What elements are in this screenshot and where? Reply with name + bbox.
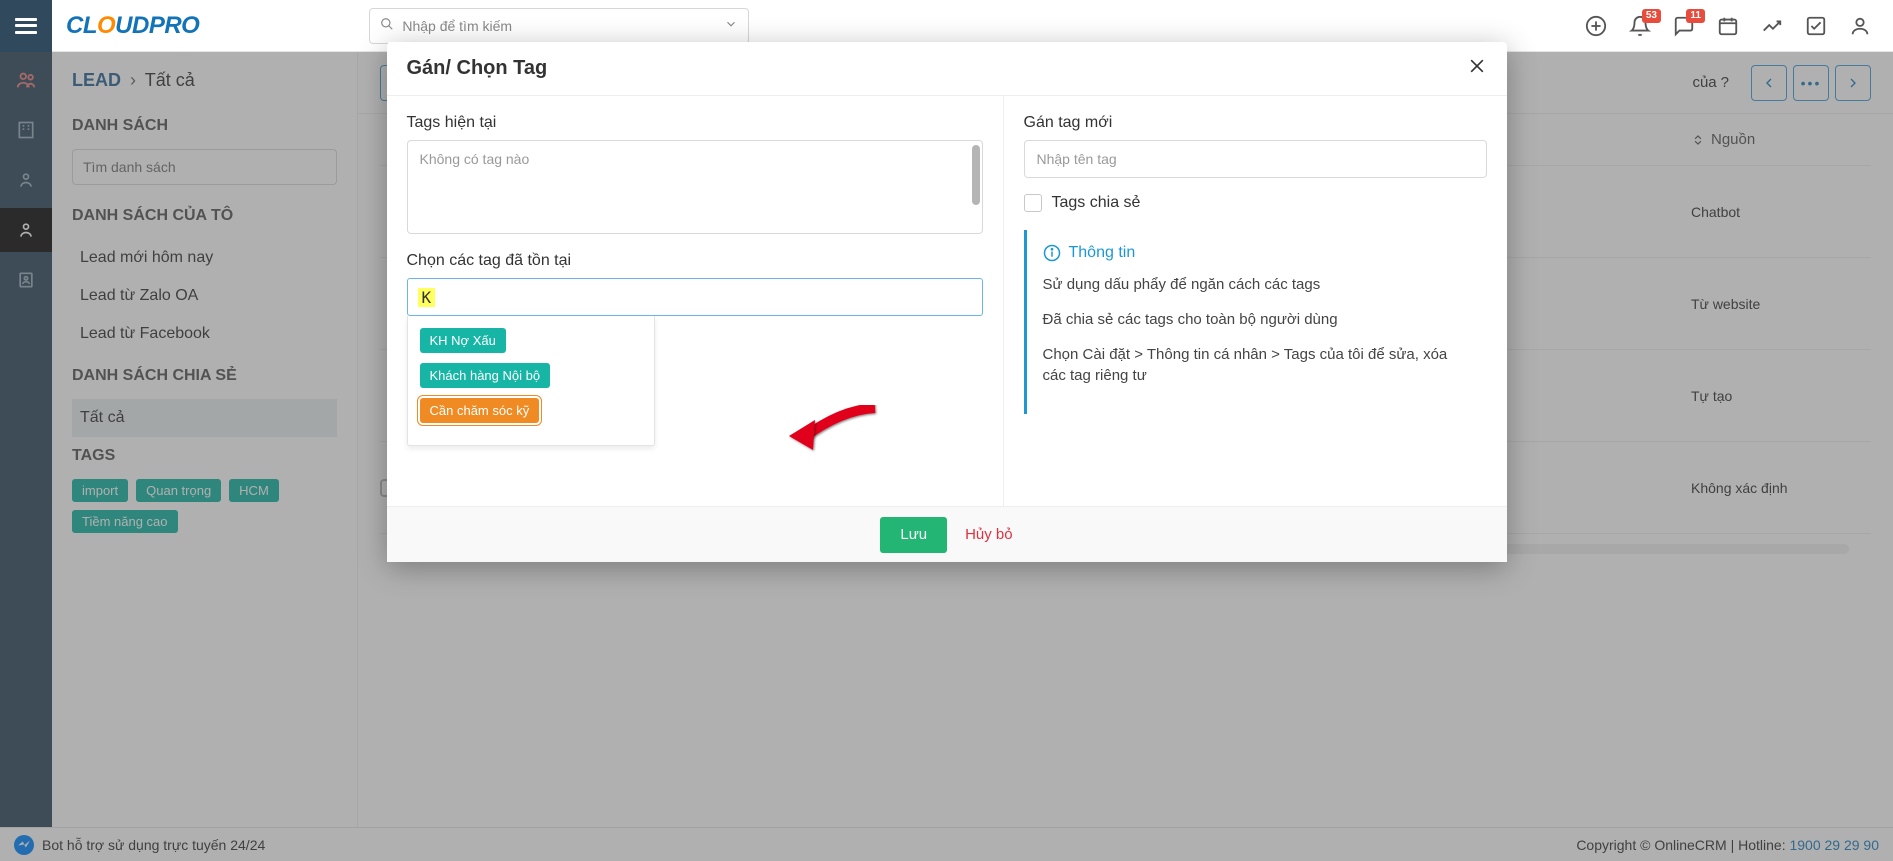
arrow-annotation — [785, 400, 885, 460]
logo-text: CLOUDPRO — [66, 12, 199, 40]
new-tag-input[interactable]: Nhập tên tag — [1024, 140, 1487, 178]
info-line: Sử dụng dấu phẩy để ngăn cách các tags — [1043, 274, 1471, 295]
tag-search-input[interactable]: K — [407, 278, 983, 316]
modal-left-column: Tags hiện tại Không có tag nào Chọn các … — [387, 96, 1003, 506]
chevron-down-icon — [724, 17, 738, 34]
menu-toggle-button[interactable] — [0, 0, 52, 52]
info-line: Chọn Cài đặt > Thông tin cá nhân > Tags … — [1043, 344, 1471, 386]
add-button[interactable] — [1585, 15, 1607, 37]
dropdown-item[interactable]: Khách hàng Nội bộ — [420, 363, 551, 388]
tasks-button[interactable] — [1805, 15, 1827, 37]
scrollbar-thumb[interactable] — [972, 145, 980, 205]
modal-footer: Lưu Hủy bỏ — [387, 506, 1507, 562]
notification-bell[interactable]: 53 — [1629, 15, 1651, 37]
current-tags-box[interactable]: Không có tag nào — [407, 140, 983, 234]
info-line: Đã chia sẻ các tags cho toàn bộ người dù… — [1043, 309, 1471, 330]
save-button[interactable]: Lưu — [880, 517, 947, 553]
reports-button[interactable] — [1761, 15, 1783, 37]
share-tags-checkbox[interactable] — [1024, 194, 1042, 212]
info-card: Thông tin Sử dụng dấu phẩy để ngăn cách … — [1024, 230, 1487, 414]
global-search[interactable]: Nhập để tìm kiếm — [369, 8, 749, 44]
msg-badge: 11 — [1686, 9, 1705, 23]
share-tags-checkbox-row[interactable]: Tags chia sẻ — [1024, 194, 1487, 212]
search-icon — [380, 17, 394, 34]
user-menu[interactable] — [1849, 15, 1871, 37]
current-tags-label: Tags hiện tại — [407, 114, 983, 132]
info-title: Thông tin — [1043, 244, 1471, 262]
cancel-button[interactable]: Hủy bỏ — [965, 526, 1013, 543]
bell-badge: 53 — [1642, 9, 1661, 23]
choose-tags-label: Chọn các tag đã tồn tại — [407, 252, 983, 270]
close-icon — [1467, 56, 1487, 76]
modal-close-button[interactable] — [1467, 56, 1487, 82]
logo[interactable]: CLOUDPRO — [66, 6, 199, 46]
tag-search-value: K — [418, 288, 436, 307]
topbar-right: 53 11 — [1585, 15, 1893, 37]
dropdown-item-highlighted[interactable]: Cần chăm sóc kỹ — [420, 398, 540, 423]
modal-right-column: Gán tag mới Nhập tên tag Tags chia sẻ Th… — [1003, 96, 1507, 506]
tag-dropdown: KH Nợ Xấu Khách hàng Nội bộ Cần chăm sóc… — [407, 316, 655, 446]
new-tag-placeholder: Nhập tên tag — [1037, 151, 1117, 167]
info-icon — [1043, 244, 1061, 262]
share-tags-label: Tags chia sẻ — [1052, 194, 1141, 212]
modal-title: Gán/ Chọn Tag — [407, 57, 548, 80]
global-search-placeholder: Nhập để tìm kiếm — [402, 18, 512, 34]
hamburger-icon — [15, 18, 37, 34]
messages-button[interactable]: 11 — [1673, 15, 1695, 37]
empty-tags-text: Không có tag nào — [420, 151, 530, 167]
new-tag-label: Gán tag mới — [1024, 114, 1487, 132]
dropdown-item[interactable]: KH Nợ Xấu — [420, 328, 506, 353]
modal-head: Gán/ Chọn Tag — [387, 42, 1507, 96]
assign-tag-modal: Gán/ Chọn Tag Tags hiện tại Không có tag… — [387, 42, 1507, 562]
calendar-button[interactable] — [1717, 15, 1739, 37]
